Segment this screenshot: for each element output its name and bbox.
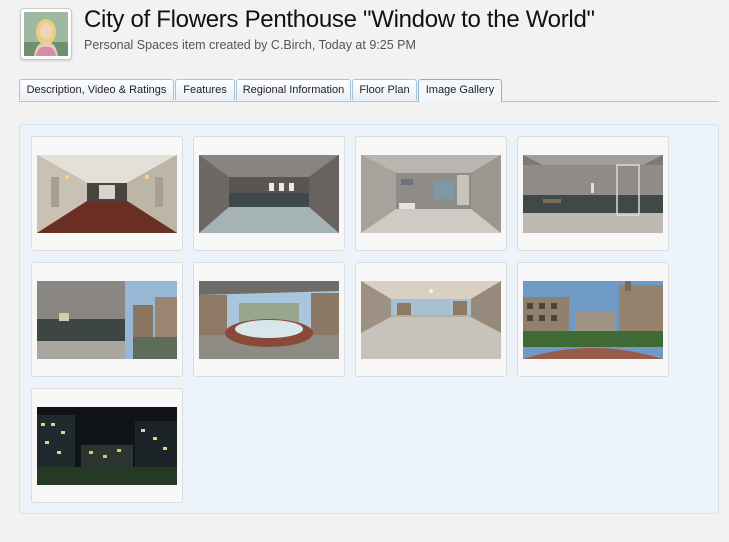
- gallery-thumbnail-empty-room[interactable]: [193, 136, 345, 251]
- page-title: City of Flowers Penthouse "Window to the…: [84, 6, 595, 33]
- tab-features[interactable]: Features: [175, 79, 235, 100]
- gallery-thumbnail-window-room[interactable]: [31, 262, 183, 377]
- gallery-thumbnail-city-night[interactable]: [31, 388, 183, 503]
- avatar-image: [24, 12, 68, 56]
- shower-image: [523, 155, 663, 233]
- tab-description-video-ratings[interactable]: Description, Video & Ratings: [19, 79, 174, 100]
- gallery-thumbnail-terrace-room[interactable]: [355, 262, 507, 377]
- page-subtitle: Personal Spaces item created by C.Birch,…: [84, 38, 416, 52]
- hot-tub-image: [199, 281, 339, 359]
- gallery-thumbnail-bathroom[interactable]: [355, 136, 507, 251]
- tab-image-gallery[interactable]: Image Gallery: [418, 79, 502, 102]
- empty-room-image: [199, 155, 339, 233]
- tab-floor-plan[interactable]: Floor Plan: [352, 79, 417, 100]
- tab-regional-information[interactable]: Regional Information: [236, 79, 351, 100]
- bathroom-image: [361, 155, 501, 233]
- hallway-image: [37, 155, 177, 233]
- gallery-thumbnail-shower[interactable]: [517, 136, 669, 251]
- city-day-image: [523, 281, 663, 359]
- gallery-thumbnail-hot-tub[interactable]: [193, 262, 345, 377]
- terrace-room-image: [361, 281, 501, 359]
- tab-bar: Description, Video & Ratings Features Re…: [19, 79, 719, 102]
- gallery-thumbnail-hallway[interactable]: [31, 136, 183, 251]
- avatar[interactable]: [20, 8, 72, 60]
- image-gallery: [19, 124, 719, 514]
- window-room-image: [37, 281, 177, 359]
- gallery-thumbnail-city-day[interactable]: [517, 262, 669, 377]
- city-night-image: [37, 407, 177, 485]
